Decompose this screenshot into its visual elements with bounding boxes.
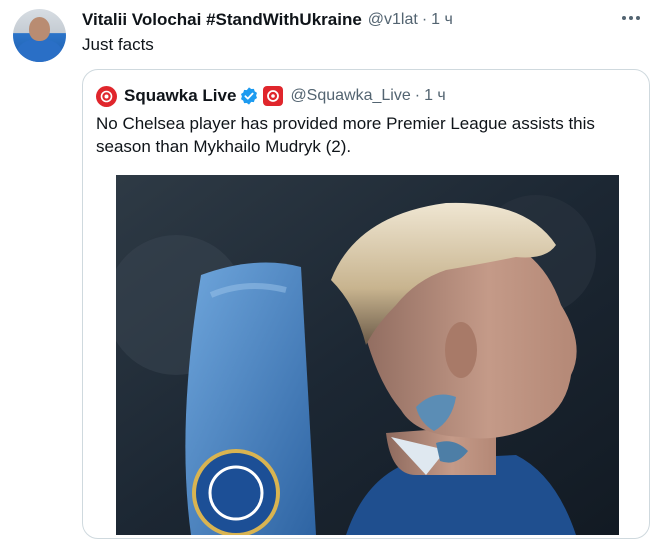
- separator-dot: ·: [414, 87, 421, 104]
- squawka-logo-icon[interactable]: [263, 86, 284, 106]
- quoted-author-handle[interactable]: @Squawka_Live: [290, 87, 410, 105]
- squawka-avatar-icon[interactable]: [96, 85, 117, 107]
- avatar-head: [29, 17, 50, 41]
- author-avatar[interactable]: [13, 9, 66, 62]
- separator-dot: ·: [421, 11, 428, 28]
- verified-badge-icon: [241, 87, 258, 105]
- quoted-tweet-text: No Chelsea player has provided more Prem…: [96, 114, 595, 156]
- quoted-tweet-time[interactable]: 1 ч: [424, 87, 446, 105]
- author-name[interactable]: Vitalii Volochai #StandWithUkraine: [82, 10, 362, 30]
- quoted-tweet-photo[interactable]: [116, 175, 619, 535]
- quoted-tweet-card[interactable]: Squawka Live @Squawka_Live · 1 ч No Chel…: [82, 69, 650, 539]
- more-options-icon[interactable]: [619, 8, 643, 28]
- tweet-header: Vitalii Volochai #StandWithUkraine @v1la…: [82, 8, 641, 32]
- photo-illustration: [116, 175, 619, 535]
- avatar-shirt: [17, 39, 62, 62]
- quoted-tweet-header: Squawka Live @Squawka_Live · 1 ч: [96, 84, 446, 108]
- author-handle[interactable]: @v1lat: [368, 11, 418, 29]
- quoted-author-name[interactable]: Squawka Live: [124, 86, 236, 106]
- tweet-text: Just facts: [82, 35, 154, 54]
- tweet-time[interactable]: 1 ч: [431, 11, 453, 29]
